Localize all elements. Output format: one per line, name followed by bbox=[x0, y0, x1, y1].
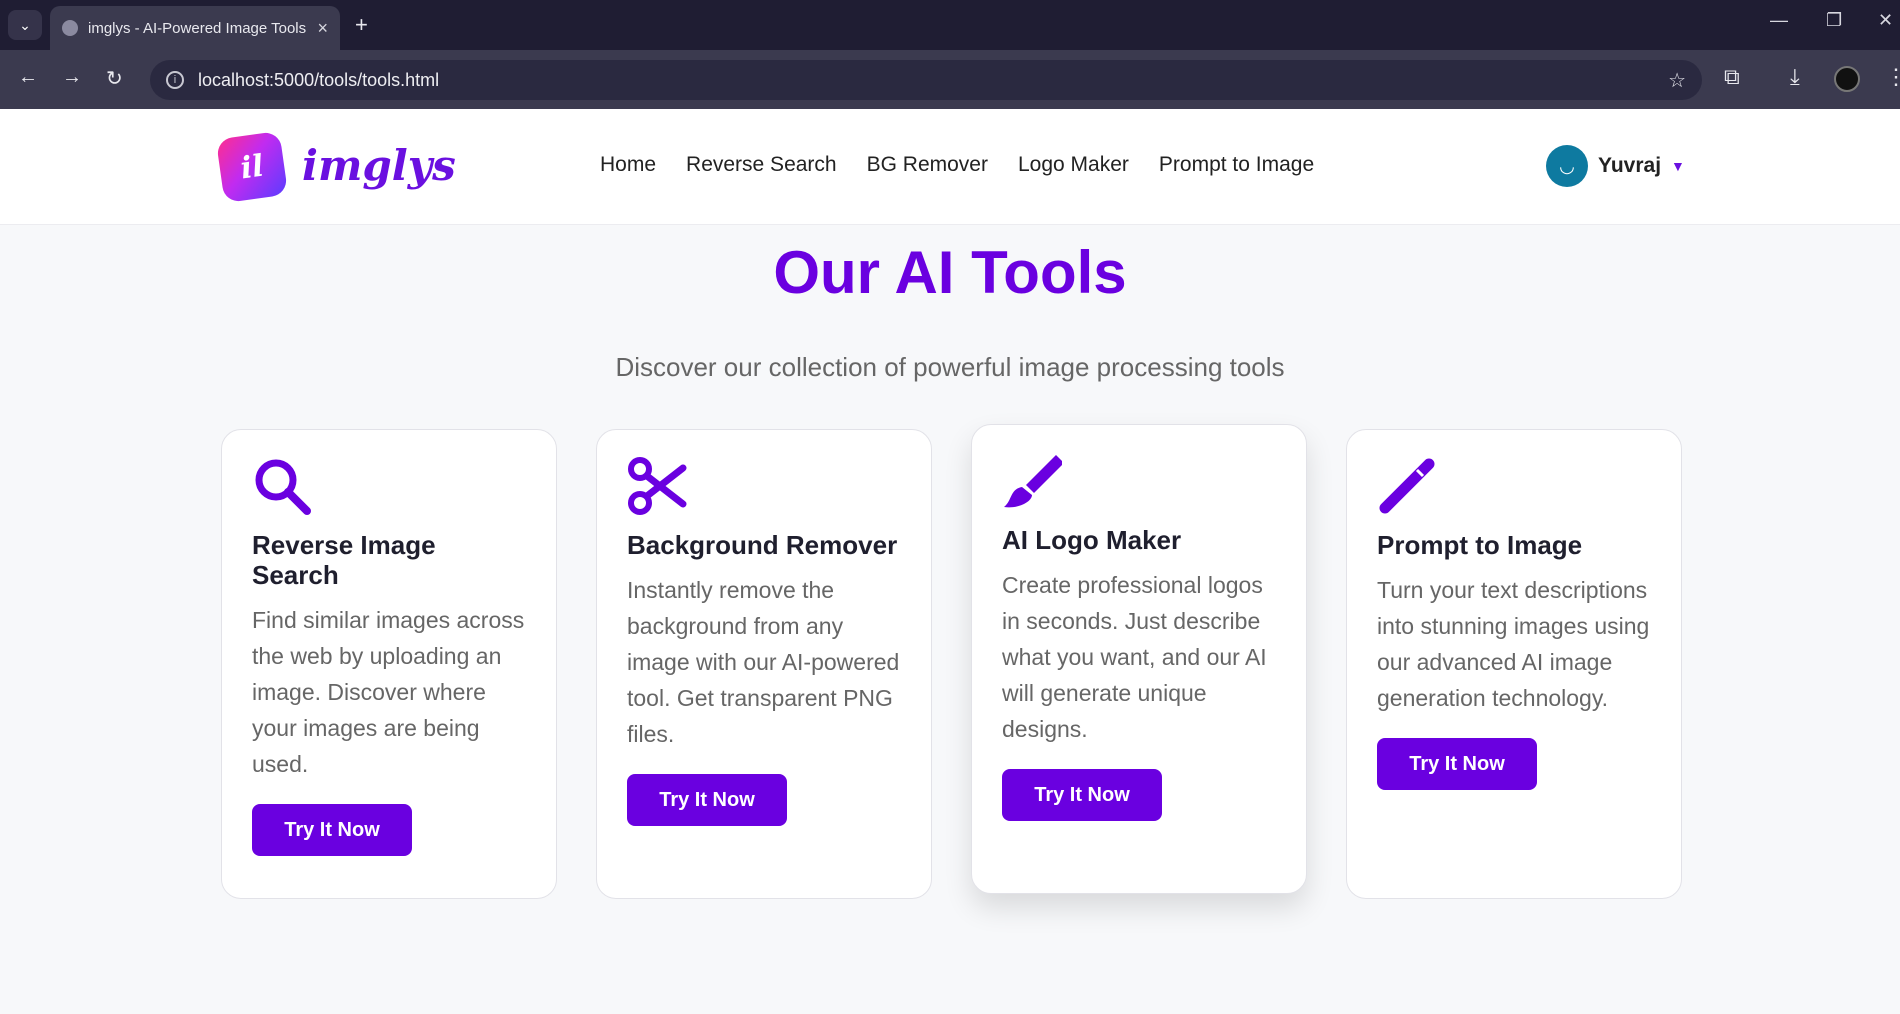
window-close-icon[interactable]: ✕ bbox=[1878, 10, 1893, 31]
tool-card-logo-maker: AI Logo Maker Create professional logos … bbox=[971, 424, 1307, 894]
page-subtitle: Discover our collection of powerful imag… bbox=[615, 352, 1285, 382]
site-header: il imglys Home Reverse Search BG Remover… bbox=[0, 109, 1900, 225]
main-nav: Home Reverse Search BG Remover Logo Make… bbox=[600, 153, 1314, 177]
caret-down-icon: ▼ bbox=[1671, 158, 1685, 174]
tool-card-prompt-to-image: Prompt to Image Turn your text descripti… bbox=[1346, 429, 1682, 899]
logo-mark[interactable]: il bbox=[215, 130, 289, 204]
user-name: Yuvraj bbox=[1598, 154, 1662, 177]
card-title: Prompt to Image bbox=[1377, 530, 1583, 560]
profile-avatar[interactable] bbox=[1834, 66, 1860, 92]
download-icon[interactable]: ⤓ bbox=[1790, 64, 1800, 90]
forward-icon[interactable]: → bbox=[62, 66, 82, 89]
nav-bg-remover[interactable]: BG Remover bbox=[867, 153, 988, 177]
reload-icon[interactable]: ↻ bbox=[106, 66, 123, 91]
nav-home[interactable]: Home bbox=[600, 153, 656, 177]
nav-prompt-to-image[interactable]: Prompt to Image bbox=[1159, 153, 1314, 177]
card-description: Create professional logos in seconds. Ju… bbox=[1002, 572, 1267, 742]
tab-list-button[interactable]: ⌄ bbox=[8, 10, 42, 40]
url-text: localhost:5000/tools/tools.html bbox=[198, 69, 440, 90]
tool-card-background-remover: Background Remover Instantly remove the … bbox=[596, 429, 932, 899]
new-tab-button[interactable]: + bbox=[355, 12, 368, 38]
extensions-icon[interactable]: ⧉ bbox=[1724, 64, 1740, 90]
scissors-icon bbox=[628, 457, 687, 515]
restore-icon[interactable]: ❐ bbox=[1826, 10, 1842, 31]
try-now-button[interactable]: Try It Now bbox=[1377, 738, 1537, 790]
try-now-button[interactable]: Try It Now bbox=[627, 774, 787, 826]
active-tab[interactable]: imglys - AI-Powered Image Tools × bbox=[50, 6, 340, 50]
card-description: Turn your text descriptions into stunnin… bbox=[1377, 577, 1650, 711]
page-title: Our AI Tools bbox=[773, 239, 1127, 306]
tool-card-reverse-search: Reverse Image Search Find similar images… bbox=[221, 429, 557, 899]
card-description: Instantly remove the background from any… bbox=[627, 577, 900, 747]
back-icon[interactable]: ← bbox=[18, 66, 38, 89]
paintbrush-icon bbox=[1004, 455, 1062, 508]
globe-icon bbox=[62, 20, 78, 36]
user-avatar: ◡ bbox=[1546, 145, 1588, 187]
chevron-down-icon: ⌄ bbox=[19, 16, 31, 33]
menu-icon[interactable]: ⋮ bbox=[1885, 64, 1900, 90]
search-icon bbox=[255, 459, 311, 515]
minimize-icon[interactable]: — bbox=[1770, 10, 1788, 31]
nav-logo-maker[interactable]: Logo Maker bbox=[1018, 153, 1129, 177]
user-menu[interactable]: ◡ Yuvraj ▼ bbox=[1546, 145, 1685, 187]
try-now-button[interactable]: Try It Now bbox=[252, 804, 412, 856]
logo-text[interactable]: imglys bbox=[302, 141, 456, 190]
tab-title: imglys - AI-Powered Image Tools bbox=[88, 19, 307, 37]
card-title: Reverse Image Search bbox=[252, 530, 436, 590]
card-description: Find similar images across the web by up… bbox=[252, 607, 525, 777]
nav-reverse-search[interactable]: Reverse Search bbox=[686, 153, 837, 177]
bookmark-star-icon[interactable]: ☆ bbox=[1668, 68, 1686, 93]
try-now-button[interactable]: Try It Now bbox=[1002, 769, 1162, 821]
address-bar[interactable]: i localhost:5000/tools/tools.html ☆ bbox=[150, 60, 1702, 100]
close-icon[interactable]: × bbox=[317, 18, 328, 39]
card-title: AI Logo Maker bbox=[1002, 525, 1182, 555]
pen-icon bbox=[1379, 458, 1435, 514]
info-icon[interactable]: i bbox=[166, 71, 184, 89]
card-title: Background Remover bbox=[627, 530, 898, 560]
